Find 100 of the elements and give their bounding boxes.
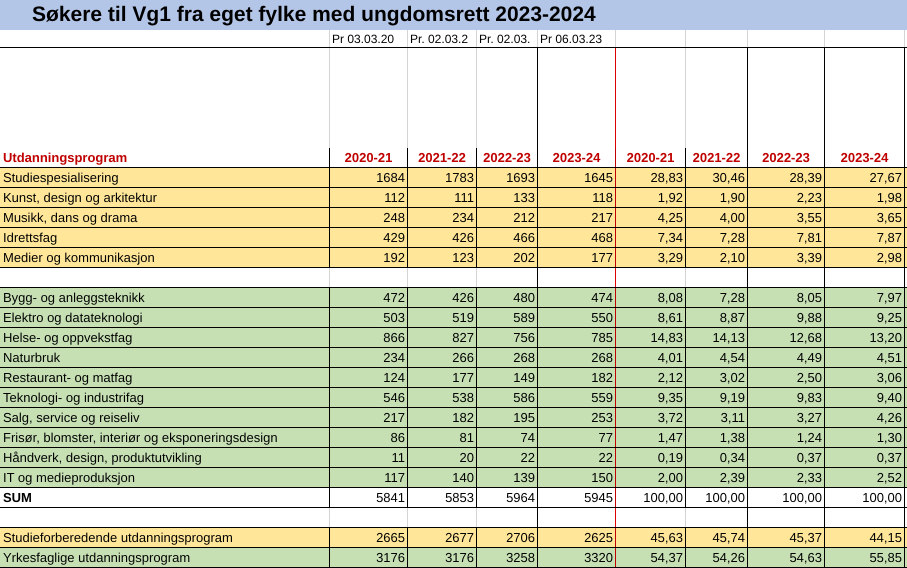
table-cell: 1,98	[825, 188, 905, 207]
table-cell: 22	[477, 448, 538, 467]
table-cell: 150	[538, 468, 616, 487]
table-cell: 74	[477, 428, 538, 447]
table-cell: 2,00	[616, 468, 686, 487]
table-cell: 550	[538, 308, 616, 327]
table-cell: 55,85	[825, 548, 905, 567]
table-cell: 2665	[330, 528, 408, 547]
row-label: Restaurant- og matfag	[0, 368, 330, 387]
table-cell: 7,97	[825, 288, 905, 307]
column-header: 2023-24	[538, 148, 616, 167]
table-cell: 3,65	[825, 208, 905, 227]
table-cell: 480	[477, 288, 538, 307]
table-cell: 7,28	[686, 228, 748, 247]
table-cell: 1,30	[825, 428, 905, 447]
row-label: Studieforberedende utdanningsprogram	[0, 528, 330, 547]
table-cell: 0,19	[616, 448, 686, 467]
column-header: 2021-22	[686, 148, 748, 167]
table-cell: 1,24	[748, 428, 825, 447]
table-cell: 3,11	[686, 408, 748, 427]
table-cell: 1,92	[616, 188, 686, 207]
table-cell: 1693	[477, 168, 538, 187]
table-cell: 234	[408, 208, 477, 227]
table-cell: 133	[477, 188, 538, 207]
table-cell: 44,15	[825, 528, 905, 547]
table-cell: 8,87	[686, 308, 748, 327]
table-cell: 429	[330, 228, 408, 247]
table-cell: 100,00	[686, 488, 748, 507]
column-header: 2020-21	[330, 148, 408, 167]
table-cell: 8,08	[616, 288, 686, 307]
table-cell: 117	[330, 468, 408, 487]
date-label: Pr 06.03.23	[540, 32, 602, 46]
table-cell: 13,20	[825, 328, 905, 347]
table-cell: 2,33	[748, 468, 825, 487]
table-cell: 7,28	[686, 288, 748, 307]
table-cell: 45,74	[686, 528, 748, 547]
table-cell: 2,50	[748, 368, 825, 387]
table-cell: 3320	[538, 548, 616, 567]
table-cell: 268	[538, 348, 616, 367]
table-cell: 9,35	[616, 388, 686, 407]
table-cell: 54,63	[748, 548, 825, 567]
column-header: 2020-21	[616, 148, 686, 167]
table-cell: 100,00	[748, 488, 825, 507]
table-cell: 182	[408, 408, 477, 427]
row-label: Elektro og datateknologi	[0, 308, 330, 327]
table-cell: 14,83	[616, 328, 686, 347]
table-cell: 5841	[330, 488, 408, 507]
table-cell: 123	[408, 248, 477, 267]
table-cell: 100,00	[616, 488, 686, 507]
table-cell: 192	[330, 248, 408, 267]
table-cell: 4,25	[616, 208, 686, 227]
table-cell: 0,34	[686, 448, 748, 467]
table-cell: 3,02	[686, 368, 748, 387]
table-cell: 2706	[477, 528, 538, 547]
table-cell: 1,90	[686, 188, 748, 207]
row-label: Studiespesialisering	[0, 168, 330, 187]
row-label: Medier og kommunikasjon	[0, 248, 330, 267]
table-cell: 3,06	[825, 368, 905, 387]
table-cell: 20	[408, 448, 477, 467]
table-cell: 28,83	[616, 168, 686, 187]
table-cell: 0,37	[748, 448, 825, 467]
table-cell: 538	[408, 388, 477, 407]
table-cell: 5853	[408, 488, 477, 507]
table-cell: 2,98	[825, 248, 905, 267]
table-cell: 9,83	[748, 388, 825, 407]
table-cell: 30,46	[686, 168, 748, 187]
table-cell: 3176	[408, 548, 477, 567]
table-cell: 4,01	[616, 348, 686, 367]
table-cell: 3,27	[748, 408, 825, 427]
table-cell: 2677	[408, 528, 477, 547]
table-cell: 27,67	[825, 168, 905, 187]
table-cell: 45,37	[748, 528, 825, 547]
row-label: Frisør, blomster, interiør og eksponeringsdesign	[0, 428, 330, 447]
table-cell: 8,05	[748, 288, 825, 307]
table-cell: 54,26	[686, 548, 748, 567]
table-cell: 2,10	[686, 248, 748, 267]
table-cell: 253	[538, 408, 616, 427]
table-cell: 77	[538, 428, 616, 447]
table-cell: 4,54	[686, 348, 748, 367]
table-cell: 4,49	[748, 348, 825, 367]
table-cell: 546	[330, 388, 408, 407]
table-cell: 149	[477, 368, 538, 387]
table-cell: 3258	[477, 548, 538, 567]
row-label: Yrkesfaglige utdanningsprogram	[0, 548, 330, 567]
row-label: IT og medieproduksjon	[0, 468, 330, 487]
row-label: Bygg- og anleggsteknikk	[0, 288, 330, 307]
table-cell: 28,39	[748, 168, 825, 187]
row-label: Teknologi- og industrifag	[0, 388, 330, 407]
table-cell: 586	[477, 388, 538, 407]
row-label: Salg, service og reiseliv	[0, 408, 330, 427]
column-header: 2022-23	[748, 148, 825, 167]
column-header: 2023-24	[825, 148, 905, 167]
table-cell: 139	[477, 468, 538, 487]
table-cell: 212	[477, 208, 538, 227]
table-cell: 466	[477, 228, 538, 247]
table-cell: 3,55	[748, 208, 825, 227]
date-label: Pr. 02.03.2	[410, 32, 468, 46]
table-cell: 100,00	[825, 488, 905, 507]
table-cell: 9,19	[686, 388, 748, 407]
table-cell: 8,61	[616, 308, 686, 327]
